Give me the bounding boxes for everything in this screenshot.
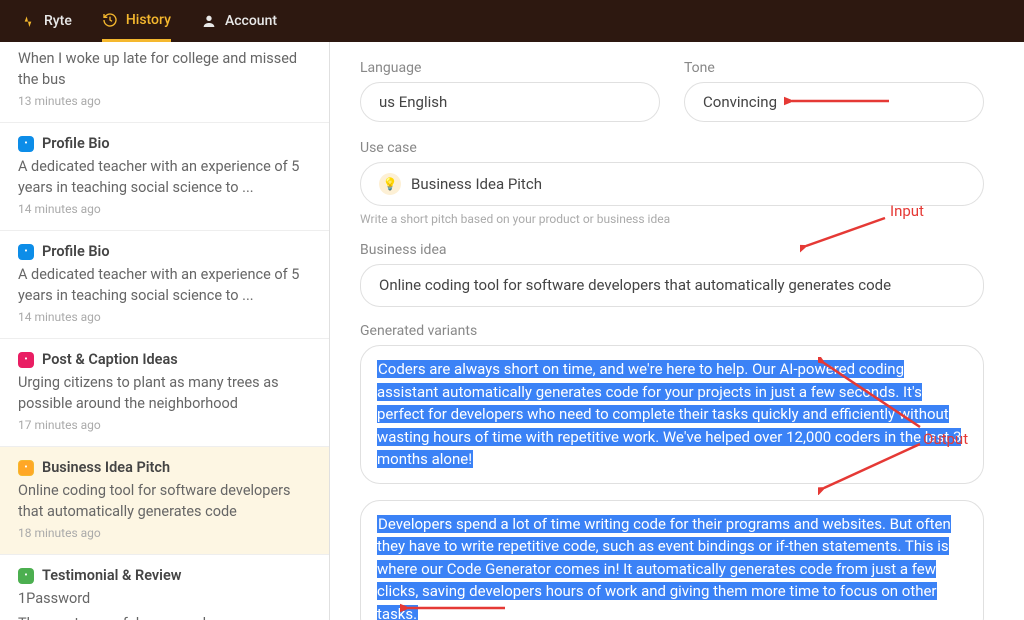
nav-account[interactable]: Account [201,0,277,42]
brand-label: Ryte [44,13,72,29]
usecase-select[interactable]: 💡 Business Idea Pitch [360,162,984,206]
history-time: 18 minutes ago [18,526,311,540]
history-time: 14 minutes ago [18,310,311,324]
history-badge-icon: • [18,460,34,476]
history-item[interactable]: • Post & Caption Ideas Urging citizens to … [0,339,329,447]
variants-label: Generated variants [360,323,984,339]
nav-history[interactable]: History [102,0,171,42]
brand-icon [20,13,36,29]
history-title: Post & Caption Ideas [42,351,178,368]
variant-1-text: Coders are always short on time, and we'… [377,360,961,468]
lightbulb-icon: 💡 [379,173,401,195]
history-badge-icon: • [18,244,34,260]
history-title: Profile Bio [42,243,110,260]
history-badge-icon: • [18,136,34,152]
language-select[interactable]: us English [360,82,660,122]
idea-label: Business idea [360,242,984,258]
top-nav: Ryte History Account [0,0,1024,42]
history-time: 14 minutes ago [18,202,311,216]
history-badge-icon: • [18,352,34,368]
usecase-help: Write a short pitch based on your produc… [360,212,984,226]
main-area: When I woke up late for college and miss… [0,42,1024,620]
history-desc: A dedicated teacher with an experience o… [18,156,311,198]
history-item[interactable]: • Profile Bio A dedicated teacher with an … [0,231,329,339]
history-desc: 1Password [18,588,311,609]
history-item[interactable]: • Testimonial & Review 1Password The most p… [0,555,329,620]
tone-select[interactable]: Convincing [684,82,984,122]
history-desc: Online coding tool for software develope… [18,480,311,522]
tone-value: Convincing [703,93,777,111]
detail-panel: Language us English Tone Convincing Use … [330,42,1024,620]
history-item[interactable]: When I woke up late for college and miss… [0,42,329,123]
history-desc: Urging citizens to plant as many trees a… [18,372,311,414]
idea-value: Online coding tool for software develope… [379,275,891,296]
history-title: Business Idea Pitch [42,459,170,476]
history-label: History [126,12,171,28]
history-icon [102,12,118,28]
account-icon [201,13,217,29]
variant-2[interactable]: Developers spend a lot of time writing c… [360,500,984,620]
history-desc-2: The most powerful password manager app [18,613,311,620]
history-title: Testimonial & Review [42,567,181,584]
history-desc: When I woke up late for college and miss… [18,48,311,90]
history-badge-icon: • [18,568,34,584]
usecase-label: Use case [360,140,984,156]
history-item[interactable]: • Profile Bio A dedicated teacher with an … [0,123,329,231]
history-desc: A dedicated teacher with an experience o… [18,264,311,306]
idea-input[interactable]: Online coding tool for software develope… [360,264,984,307]
history-time: 17 minutes ago [18,418,311,432]
history-time: 13 minutes ago [18,94,311,108]
nav-brand[interactable]: Ryte [20,0,72,42]
language-value: us English [379,93,447,111]
usecase-value: Business Idea Pitch [411,175,542,193]
history-item[interactable]: • Business Idea Pitch Online coding tool f… [0,447,329,555]
language-label: Language [360,60,660,76]
variant-2-text: Developers spend a lot of time writing c… [377,515,951,620]
tone-label: Tone [684,60,984,76]
history-title: Profile Bio [42,135,110,152]
variant-1[interactable]: Coders are always short on time, and we'… [360,345,984,484]
history-sidebar[interactable]: When I woke up late for college and miss… [0,42,330,620]
account-label: Account [225,13,277,29]
